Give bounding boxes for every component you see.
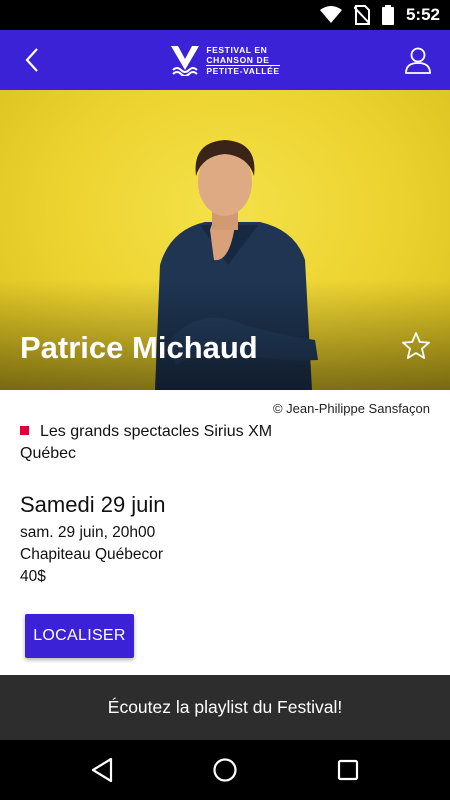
event-venue: Chapiteau Québecor — [20, 546, 164, 563]
back-arrow-icon — [25, 48, 38, 72]
star-outline-icon — [402, 332, 430, 359]
favorite-button[interactable] — [400, 330, 432, 362]
artist-name: Patrice Michaud — [20, 330, 258, 365]
back-button[interactable] — [14, 42, 50, 78]
event-datetime: sam. 29 juin, 20h00 — [20, 524, 156, 541]
nav-back-button[interactable] — [78, 746, 126, 794]
profile-button[interactable] — [400, 42, 436, 78]
artist-photo: Patrice Michaud — [0, 90, 450, 390]
logo-line-3: PETITE-VALLÉE — [206, 64, 280, 76]
wifi-icon — [319, 6, 342, 24]
nav-home-icon — [213, 758, 237, 782]
app-bar: FESTIVAL EN CHANSON DE PETITE-VALLÉE — [0, 30, 450, 90]
event-details: sam. 29 juin, 20h00 Chapiteau Québecor 4… — [20, 522, 163, 588]
nav-home-button[interactable] — [201, 746, 249, 794]
nav-recents-icon — [338, 759, 359, 781]
logo-line-2: CHANSON DE — [206, 54, 270, 65]
event-price: 40$ — [20, 568, 46, 585]
system-nav-bar — [0, 740, 450, 800]
locate-button[interactable]: LOCALISER — [25, 614, 134, 658]
logo-line-1: FESTIVAL EN — [206, 44, 268, 55]
no-sim-icon — [353, 5, 370, 25]
status-bar: 5:52 — [0, 0, 450, 30]
playlist-banner[interactable]: Écoutez la playlist du Festival! — [0, 675, 450, 740]
status-time: 5:52 — [405, 5, 440, 24]
festival-logo[interactable]: FESTIVAL EN CHANSON DE PETITE-VALLÉE — [170, 44, 280, 76]
nav-recents-button[interactable] — [324, 746, 372, 794]
date-heading: Samedi 29 juin — [20, 492, 166, 517]
logo-mark-icon — [171, 46, 200, 76]
category-marker — [20, 426, 29, 435]
event-category: Les grands spectacles Sirius XM Québec — [20, 421, 320, 465]
playlist-banner-label: Écoutez la playlist du Festival! — [107, 697, 343, 717]
photo-credit: © Jean-Philippe Sansfaçon — [272, 401, 430, 416]
user-icon — [405, 47, 431, 74]
logo-text: FESTIVAL EN CHANSON DE PETITE-VALLÉE — [206, 44, 280, 76]
category-label: Les grands spectacles Sirius XM Québec — [20, 423, 273, 462]
nav-back-icon — [91, 757, 112, 783]
battery-icon — [381, 5, 394, 25]
